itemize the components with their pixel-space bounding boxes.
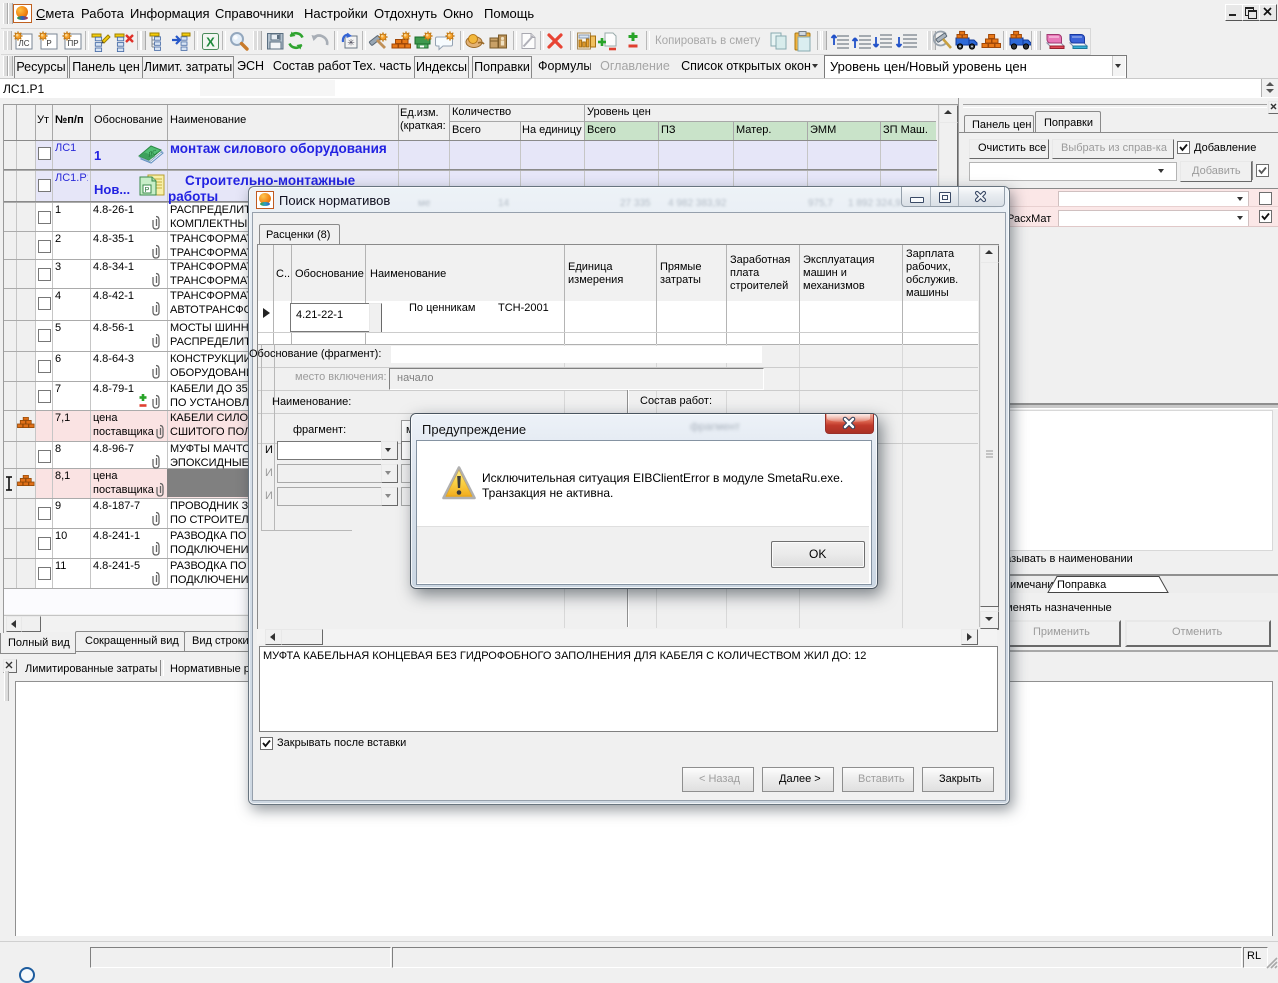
svg-text:X: X: [206, 35, 215, 50]
svg-text:ПР: ПР: [67, 39, 78, 48]
svg-text:Р: Р: [46, 39, 51, 48]
svg-text:P: P: [145, 187, 150, 194]
svg-text:✳: ✳: [347, 38, 355, 48]
svg-text:ЛС: ЛС: [18, 39, 29, 48]
